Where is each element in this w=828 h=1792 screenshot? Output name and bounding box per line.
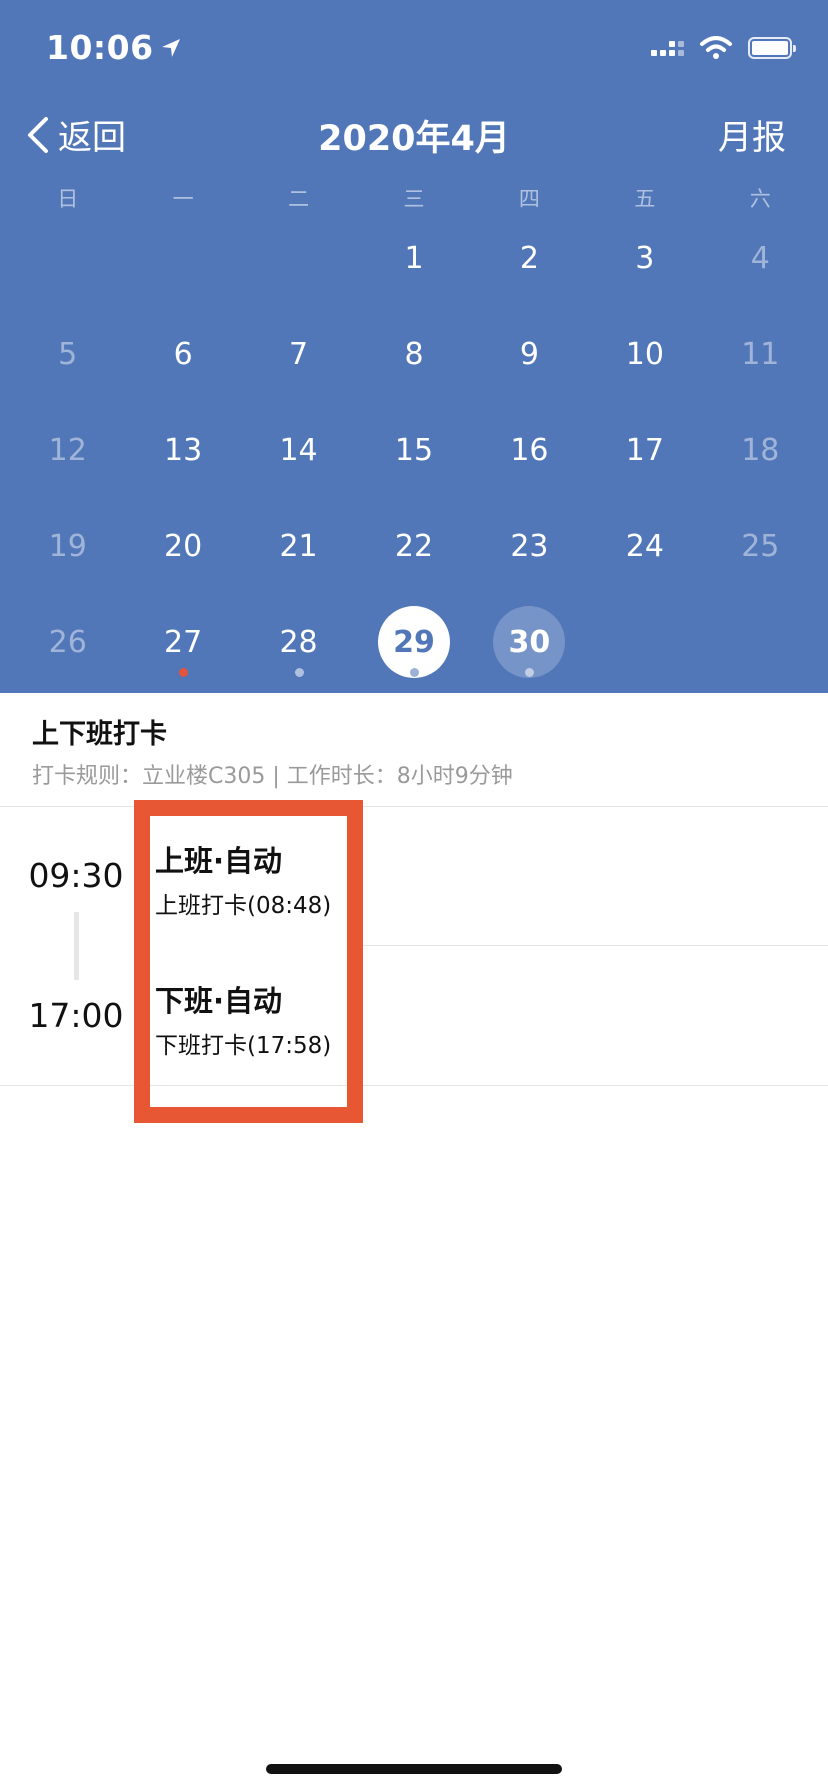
- calendar-day[interactable]: 28: [241, 594, 356, 690]
- wifi-icon: [700, 36, 732, 59]
- calendar-day[interactable]: 21: [241, 498, 356, 594]
- clock-rule-text: 打卡规则：立业楼C305 | 工作时长：8小时9分钟: [32, 764, 513, 789]
- calendar-empty-cell: [241, 210, 356, 306]
- calendar-empty-cell: [125, 210, 240, 306]
- monthly-report-button[interactable]: 月报: [718, 110, 786, 159]
- calendar-header: 10:06 返回 2020年4月 月报 日 一 二 三 四 五 六 123456…: [0, 0, 828, 693]
- calendar-day-number: 4: [750, 240, 770, 276]
- calendar-day[interactable]: 29: [356, 594, 471, 690]
- calendar-day[interactable]: 30: [472, 594, 587, 690]
- calendar-day-number: 7: [289, 336, 309, 372]
- calendar-day[interactable]: 19: [10, 498, 125, 594]
- calendar-day-number: 21: [279, 528, 318, 564]
- calendar-day[interactable]: 11: [703, 306, 818, 402]
- calendar-day[interactable]: 27: [125, 594, 240, 690]
- calendar-day[interactable]: 15: [356, 402, 471, 498]
- calendar-day-number: 22: [394, 528, 434, 564]
- calendar-day-number: 9: [519, 336, 539, 372]
- calendar-day-number: 3: [635, 240, 655, 276]
- calendar-day-number: 10: [625, 336, 664, 372]
- divider: [348, 945, 828, 946]
- calendar-empty-cell: [10, 210, 125, 306]
- entry-time: 17:00: [28, 996, 124, 1035]
- status-bar-icons: [651, 36, 796, 60]
- calendar-day[interactable]: 2: [472, 210, 587, 306]
- calendar-day-number: 12: [48, 432, 87, 468]
- calendar-day[interactable]: 23: [472, 498, 587, 594]
- calendar-day[interactable]: 18: [703, 402, 818, 498]
- calendar-day-number: 5: [58, 336, 78, 372]
- location-arrow-icon: [161, 38, 180, 57]
- calendar-day[interactable]: 9: [472, 306, 587, 402]
- calendar-day[interactable]: 8: [356, 306, 471, 402]
- calendar-day[interactable]: 22: [356, 498, 471, 594]
- calendar-day[interactable]: 1: [356, 210, 471, 306]
- weekday-label: 六: [749, 187, 771, 211]
- weekday-label: 一: [172, 187, 194, 211]
- calendar-day-number: 11: [741, 336, 780, 372]
- calendar-day[interactable]: 12: [10, 402, 125, 498]
- calendar-empty-cell: [703, 594, 818, 690]
- calendar-day[interactable]: 6: [125, 306, 240, 402]
- weekday-label: 二: [288, 187, 310, 211]
- calendar-day[interactable]: 10: [587, 306, 702, 402]
- calendar-day-number: 23: [510, 528, 549, 564]
- calendar-day-number: 24: [625, 528, 664, 564]
- calendar-day-number: 19: [48, 528, 87, 564]
- timeline-connector: [74, 912, 79, 980]
- calendar-day[interactable]: 14: [241, 402, 356, 498]
- calendar-day-number: 1: [404, 240, 424, 276]
- calendar-day[interactable]: 26: [10, 594, 125, 690]
- weekday-label: 日: [57, 187, 79, 211]
- calendar-day-number: 17: [625, 432, 664, 468]
- weekday-label: 四: [518, 187, 540, 211]
- calendar-day-number: 25: [741, 528, 780, 564]
- calendar-empty-cell: [587, 594, 702, 690]
- home-indicator[interactable]: [266, 1764, 562, 1774]
- section-title: 上下班打卡: [32, 719, 167, 750]
- calendar-day[interactable]: 3: [587, 210, 702, 306]
- calendar-day-number: 15: [394, 432, 434, 468]
- calendar-grid: 1 2 3 4 5 6 7 8 9 10 11 12 13 14 15 16 17 18 19 20 21 22 23 24 2…: [10, 210, 818, 690]
- attendance-dot: [409, 668, 419, 677]
- status-bar-time: 10:06: [46, 28, 182, 67]
- calendar-day-number: 13: [164, 432, 203, 468]
- weekday-label: 五: [634, 187, 656, 211]
- weekday-label: 三: [403, 187, 425, 211]
- battery-icon: [748, 37, 796, 59]
- calendar-day-number: 8: [404, 336, 424, 372]
- calendar-day[interactable]: 5: [10, 306, 125, 402]
- divider: [0, 1085, 828, 1086]
- calendar-day[interactable]: 17: [587, 402, 702, 498]
- calendar-day[interactable]: 7: [241, 306, 356, 402]
- calendar-day-number: 16: [510, 432, 549, 468]
- page-title: 2020年4月: [318, 119, 510, 159]
- cellular-signal-icon: [651, 40, 684, 56]
- calendar-day[interactable]: 13: [125, 402, 240, 498]
- calendar-day-number: 20: [164, 528, 203, 564]
- weekday-header: 日 一 二 三 四 五 六: [10, 183, 818, 213]
- calendar-day[interactable]: 20: [125, 498, 240, 594]
- calendar-day-number: 18: [741, 432, 780, 468]
- attendance-dot: [294, 668, 304, 677]
- highlight-annotation-box: [134, 800, 363, 1123]
- entry-time: 09:30: [28, 856, 124, 895]
- calendar-day-number: 6: [173, 336, 193, 372]
- calendar-day[interactable]: 16: [472, 402, 587, 498]
- calendar-day[interactable]: 24: [587, 498, 702, 594]
- calendar-day[interactable]: 4: [703, 210, 818, 306]
- calendar-day-number: 2: [519, 240, 539, 276]
- calendar-day-number: 26: [48, 624, 87, 660]
- calendar-day[interactable]: 25: [703, 498, 818, 594]
- divider: [0, 806, 828, 807]
- calendar-day-number: 14: [279, 432, 318, 468]
